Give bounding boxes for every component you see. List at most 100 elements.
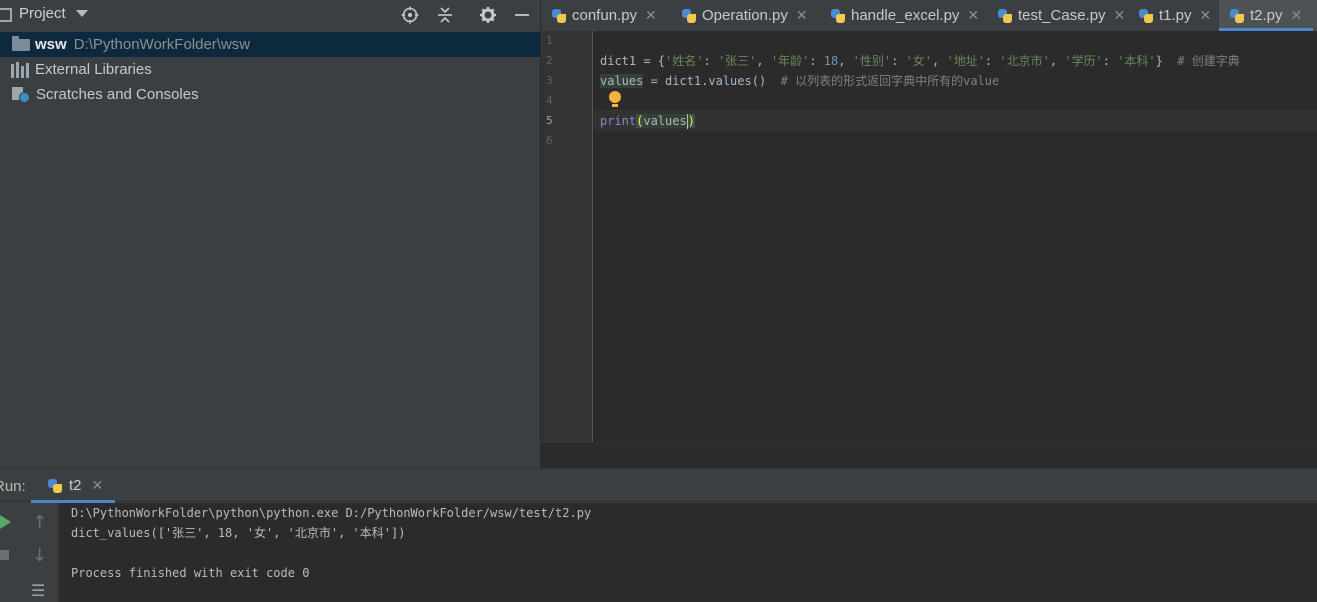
chevron-down-icon[interactable] — [76, 10, 88, 17]
tab-handle-excel[interactable]: handle_excel.py ✕ — [830, 0, 979, 31]
editor-bottom-area — [541, 442, 1317, 468]
string-token: '性别' — [852, 54, 892, 68]
tab-t2-active[interactable]: t2.py ✕ — [1219, 0, 1317, 31]
tree-item-path: D:\PythonWorkFolder\wsw — [73, 36, 251, 53]
stop-icon[interactable] — [0, 550, 9, 560]
line-number: 6 — [546, 134, 553, 147]
project-panel-title[interactable]: Project — [19, 5, 66, 22]
close-icon[interactable]: ✕ — [92, 477, 104, 494]
number-token: 18 — [823, 54, 839, 68]
console-line: D:\PythonWorkFolder\python\python.exe D:… — [71, 506, 592, 520]
editor-tab-bar: confun.py ✕ Operation.py ✕ handle_excel.… — [541, 0, 1317, 31]
python-file-icon — [551, 8, 567, 24]
tab-confun[interactable]: confun.py ✕ — [551, 0, 657, 31]
code-token: : — [703, 54, 718, 68]
soft-wrap-icon[interactable]: ☰ — [31, 581, 45, 600]
python-file-icon — [1229, 8, 1245, 24]
python-file-icon — [47, 478, 63, 494]
code-token: , — [756, 54, 771, 68]
close-icon[interactable]: ✕ — [1114, 7, 1126, 24]
tree-item-scratches[interactable]: Scratches and Consoles — [0, 82, 540, 107]
code-token: dict1 = { — [600, 54, 666, 68]
python-file-icon — [830, 8, 846, 24]
rerun-icon[interactable] — [0, 515, 11, 529]
paren-token: ) — [687, 114, 695, 128]
comment-token: # 以列表的形式返回字典中所有的value — [780, 74, 1000, 88]
minimize-icon — [515, 14, 529, 16]
tab-operation[interactable]: Operation.py ✕ — [681, 0, 808, 31]
string-token: '学历' — [1064, 54, 1103, 68]
code-token: } — [1155, 54, 1178, 68]
code-token: : — [984, 54, 1000, 68]
builtin-token: print — [600, 114, 637, 128]
tab-label: handle_excel.py — [851, 7, 960, 24]
tab-label: Operation.py — [702, 7, 788, 24]
collapse-all-button[interactable] — [434, 4, 456, 26]
variable-token: values — [600, 74, 644, 88]
folder-icon — [12, 35, 30, 51]
run-panel: Run: t2 ✕ ↑ ↓ ☰ D:\PythonWorkFolder\pyth… — [0, 468, 1317, 602]
line-number-gutter: 1 2 3 4 5 6 — [541, 31, 593, 442]
close-icon[interactable]: ✕ — [1200, 7, 1212, 24]
run-tab-t2[interactable]: t2 ✕ — [31, 469, 115, 502]
line-number: 3 — [546, 74, 553, 87]
line-number: 4 — [546, 94, 553, 107]
code-token: , — [1049, 54, 1065, 68]
console-output[interactable]: D:\PythonWorkFolder\python\python.exe D:… — [59, 503, 1317, 602]
locate-file-button[interactable] — [399, 4, 421, 26]
string-token: '女' — [905, 54, 933, 68]
collapse-icon — [438, 7, 452, 23]
string-token: '姓名' — [665, 54, 704, 68]
tab-test-case[interactable]: test_Case.py ✕ — [997, 0, 1125, 31]
tree-item-label: External Libraries — [35, 61, 152, 78]
gear-icon — [480, 7, 496, 23]
run-panel-label: Run: — [0, 478, 26, 495]
tree-item-wsw[interactable]: wsw D:\PythonWorkFolder\wsw — [0, 32, 540, 57]
project-panel-header: Project — [0, 0, 540, 30]
code-editor[interactable]: 1 2 3 4 5 6 dict1 = {'姓名': '张三', '年龄': 1… — [541, 31, 1317, 442]
python-file-icon — [681, 8, 697, 24]
run-panel-header: Run: t2 ✕ — [0, 468, 1317, 503]
tab-label: t2.py — [1250, 7, 1283, 24]
project-view-icon — [0, 8, 12, 22]
code-line-5[interactable]: print(values) — [600, 111, 695, 131]
python-file-icon — [997, 8, 1013, 24]
run-tab-label: t2 — [69, 477, 82, 494]
string-token: '年龄' — [770, 54, 810, 68]
console-line: dict_values(['张三', 18, '女', '北京市', '本科']… — [71, 526, 406, 540]
close-icon[interactable]: ✕ — [967, 7, 979, 24]
code-line-3[interactable]: values = dict1.values() # 以列表的形式返回字典中所有的… — [600, 71, 999, 91]
code-token: , — [838, 54, 853, 68]
crosshair-icon — [401, 6, 419, 24]
settings-button[interactable] — [477, 4, 499, 26]
code-line-2[interactable]: dict1 = {'姓名': '张三', '年龄': 18, '性别': '女'… — [600, 51, 1240, 71]
hide-panel-button[interactable] — [511, 4, 533, 26]
arrow-down-icon[interactable]: ↓ — [32, 545, 47, 566]
tree-item-label: Scratches and Consoles — [36, 86, 199, 103]
scratches-icon — [11, 86, 31, 104]
tree-item-external-libraries[interactable]: External Libraries — [0, 57, 540, 82]
close-icon[interactable]: ✕ — [645, 7, 657, 24]
tab-t1[interactable]: t1.py ✕ — [1138, 0, 1211, 31]
string-token: '北京市' — [999, 54, 1050, 68]
line-number: 1 — [546, 34, 553, 47]
lightbulb-icon[interactable] — [608, 91, 622, 109]
close-icon[interactable]: ✕ — [1291, 7, 1303, 24]
code-token: : — [1102, 54, 1118, 68]
tab-label: test_Case.py — [1018, 7, 1106, 24]
close-icon[interactable]: ✕ — [796, 7, 808, 24]
arrow-up-icon[interactable]: ↑ — [32, 512, 47, 533]
code-token: : — [809, 54, 824, 68]
string-token: '地址' — [946, 54, 985, 68]
current-line-highlight — [594, 110, 1317, 131]
console-line: Process finished with exit code 0 — [71, 566, 310, 580]
python-file-icon — [1138, 8, 1154, 24]
variable-token: values — [643, 114, 687, 128]
tab-label: t1.py — [1159, 7, 1192, 24]
code-token: : — [891, 54, 906, 68]
code-token: , — [932, 54, 947, 68]
project-panel: Project wsw D:\PythonWorkFolder\wsw Exte… — [0, 0, 540, 468]
code-token: = dict1.values() — [643, 74, 781, 88]
string-token: '张三' — [717, 54, 757, 68]
library-icon — [11, 61, 30, 78]
